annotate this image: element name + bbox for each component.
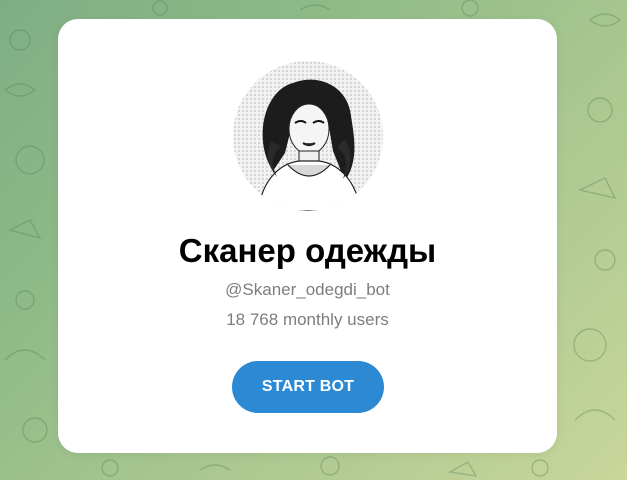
bot-username[interactable]: @Skaner_odegdi_bot — [58, 279, 557, 301]
bot-profile-card: Сканер одежды @Skaner_odegdi_bot 18 768 … — [58, 19, 557, 453]
bot-name: Сканер одежды — [178, 232, 437, 269]
start-bot-button[interactable]: START BOT — [232, 361, 384, 413]
bot-avatar — [233, 61, 383, 211]
monthly-users-count: 18 768 monthly users — [226, 310, 389, 329]
